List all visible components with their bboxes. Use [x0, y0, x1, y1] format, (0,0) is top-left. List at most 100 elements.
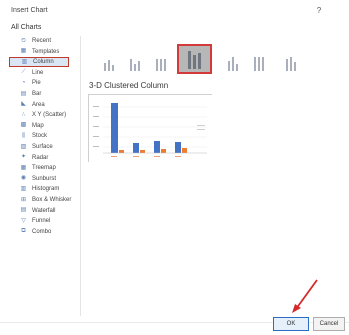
category-item-x-y-scatter[interactable]: ∴ X Y (Scatter)	[9, 110, 77, 120]
surface-chart-icon: ▧	[20, 143, 27, 150]
category-label: Line	[32, 69, 44, 76]
subtype-bar	[232, 57, 234, 71]
category-label: Stock	[32, 133, 48, 140]
category-item-bar[interactable]: ▤ Bar	[9, 89, 77, 99]
category-item-map[interactable]: ▩ Map	[9, 121, 77, 131]
subtype-bar	[156, 59, 158, 71]
column-chart-icon: ▥	[21, 58, 28, 65]
category-item-stock[interactable]: ⫼ Stock	[9, 131, 77, 141]
category-label: Combo	[32, 228, 52, 235]
category-item-radar[interactable]: ✦ Radar	[9, 153, 77, 163]
category-label: Area	[32, 101, 45, 108]
subtype-bar	[160, 59, 162, 71]
divider	[80, 36, 81, 316]
combo-chart-icon: ⧉	[21, 228, 26, 235]
subtype-bar	[262, 57, 264, 71]
subtype-bar	[112, 65, 114, 71]
category-label: Box & Whisker	[32, 197, 72, 203]
radar-chart-icon: ✦	[20, 154, 27, 161]
ok-button[interactable]: OK	[273, 317, 309, 331]
subtype-bar	[108, 60, 110, 71]
preview-bar	[140, 150, 145, 153]
category-item-funnel[interactable]: ▽ Funnel	[9, 216, 77, 226]
subtype-bar	[236, 64, 238, 71]
preview-bar	[182, 148, 187, 153]
subtype-bar	[254, 57, 256, 71]
recent-icon: ⏲	[21, 37, 26, 44]
category-label: X Y (Scatter)	[32, 112, 67, 119]
subtype-bar	[290, 57, 292, 71]
chart-category-list: ⏲ Recent ▦ Templates ▥ Column ⟋ Line ◔ Pie ▤ Bar ◣ Ar…	[9, 36, 77, 326]
map-chart-icon: ▩	[20, 122, 27, 129]
preview-bar	[119, 150, 124, 153]
preview-bar	[161, 149, 166, 153]
area-chart-icon: ◣	[21, 101, 26, 108]
selected-subtype-title: 3-D Clustered Column	[89, 81, 169, 90]
templates-icon: ▦	[20, 48, 27, 55]
dialog-title: Insert Chart	[11, 7, 48, 14]
subtype-3d-clustered-column-icon[interactable]	[177, 44, 212, 74]
subtype-3d-column-icon[interactable]	[280, 47, 302, 71]
category-item-line[interactable]: ⟋ Line	[9, 68, 77, 78]
histogram-chart-icon: ▥	[20, 185, 27, 192]
subtype-stacked-column-icon[interactable]	[124, 47, 146, 71]
category-item-sunburst[interactable]: ◉ Sunburst	[9, 174, 77, 184]
category-label: Treemap	[32, 165, 56, 172]
subtype-100-stacked-column-icon[interactable]	[150, 47, 172, 71]
subtype-bar	[130, 59, 132, 71]
subtype-bar	[198, 53, 201, 69]
subtype-3d-100-stacked-column-icon[interactable]	[248, 47, 270, 71]
annotation-arrow	[292, 279, 318, 313]
subtype-3d-stacked-column-icon[interactable]	[222, 47, 244, 71]
bar-chart-icon: ▤	[20, 90, 27, 97]
preview-bar	[133, 143, 139, 153]
category-label: Templates	[32, 48, 60, 55]
line-chart-icon: ⟋	[21, 69, 26, 76]
category-label: Map	[32, 122, 44, 129]
sunburst-chart-icon: ◉	[20, 175, 27, 182]
subtype-bar	[138, 61, 140, 71]
stock-chart-icon: ⫼	[22, 132, 25, 139]
preview-bar	[175, 142, 181, 153]
category-label: Funnel	[32, 218, 51, 225]
subtype-clustered-column-icon[interactable]	[98, 47, 120, 71]
category-item-surface[interactable]: ▧ Surface	[9, 142, 77, 152]
category-item-waterfall[interactable]: ▤ Waterfall	[9, 206, 77, 216]
category-item-column[interactable]: ▥ Column	[9, 57, 69, 68]
subtype-bar	[104, 63, 106, 71]
category-item-templates[interactable]: ▦ Templates	[9, 47, 77, 57]
cancel-button[interactable]: Cancel	[313, 317, 345, 331]
scatter-chart-icon: ∴	[21, 111, 26, 118]
tab-all-charts[interactable]: All Charts	[11, 24, 71, 34]
category-item-recent[interactable]: ⏲ Recent	[9, 36, 77, 46]
subtype-bar	[134, 64, 136, 71]
category-item-combo[interactable]: ⧉ Combo	[9, 227, 77, 237]
waterfall-chart-icon: ▤	[20, 207, 27, 214]
category-item-area[interactable]: ◣ Area	[9, 100, 77, 110]
subtype-bar	[188, 51, 191, 69]
funnel-chart-icon: ▽	[21, 217, 26, 224]
help-button[interactable]: ?	[314, 6, 324, 16]
dialog-title-bar: Insert Chart ?	[0, 0, 349, 22]
category-item-box-whisker[interactable]: ⊞ Box & Whisker	[9, 195, 77, 205]
subtype-bar	[286, 59, 288, 71]
category-label: Recent	[32, 38, 52, 44]
chart-preview[interactable]	[88, 94, 213, 163]
category-label: Bar	[32, 91, 42, 97]
chart-subtype-gallery	[94, 44, 314, 76]
category-label: Sunburst	[32, 175, 57, 182]
subtype-bar	[228, 61, 230, 71]
subtype-bar	[193, 55, 196, 69]
chart-preview-graphic	[89, 95, 213, 163]
pie-chart-icon: ◔	[21, 79, 26, 86]
box-whisker-chart-icon: ⊞	[20, 196, 27, 203]
category-item-pie[interactable]: ◔ Pie	[9, 78, 77, 88]
category-label: Histogram	[32, 186, 60, 193]
category-label: Waterfall	[32, 207, 56, 214]
category-item-treemap[interactable]: ▦ Treemap	[9, 163, 77, 173]
subtype-bar	[294, 62, 296, 71]
category-label: Pie	[32, 80, 41, 87]
tab-all-charts-label: All Charts	[11, 24, 42, 31]
category-item-histogram[interactable]: ▥ Histogram	[9, 184, 77, 194]
category-label: Surface	[32, 144, 53, 150]
